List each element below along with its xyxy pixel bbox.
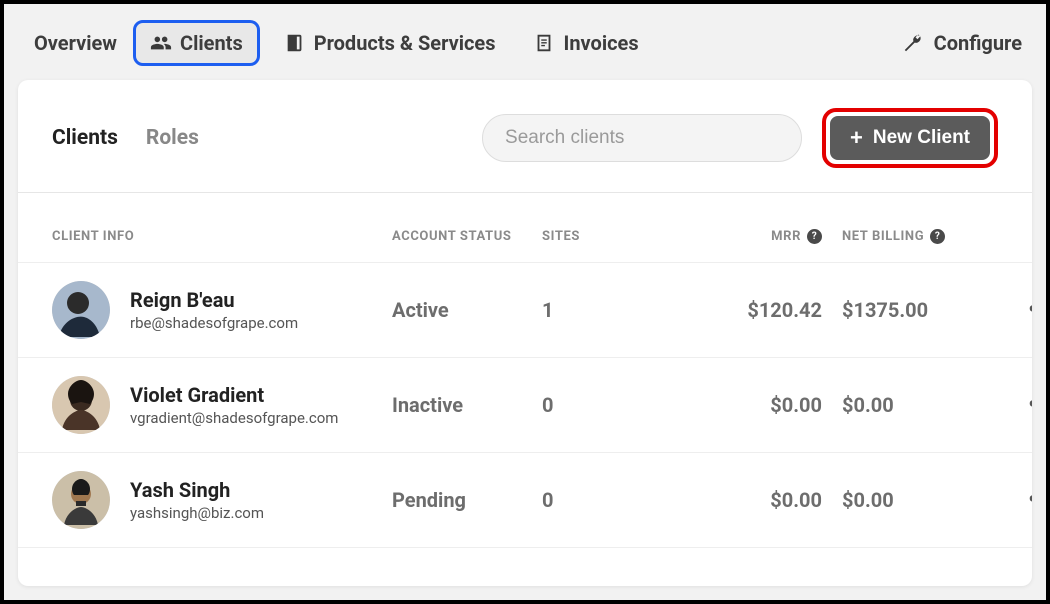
nav-clients-label: Clients	[180, 31, 243, 55]
client-name: Yash Singh	[130, 478, 264, 502]
row-menu-icon[interactable]: •••	[1028, 390, 1032, 420]
cell-mrr: $0.00	[662, 488, 842, 512]
nav-products[interactable]: Products & Services	[270, 23, 510, 63]
new-client-button[interactable]: + New Client	[830, 116, 990, 160]
help-icon[interactable]: ?	[807, 229, 822, 244]
users-icon	[150, 32, 172, 54]
client-email: yashsingh@biz.com	[130, 504, 264, 522]
new-client-highlight: + New Client	[822, 108, 998, 168]
search-input[interactable]	[482, 114, 802, 162]
col-client-info: CLIENT INFO	[52, 229, 392, 244]
col-mrr: MRR ?	[662, 229, 842, 244]
table-row[interactable]: Violet Gradient vgradient@shadesofgrape.…	[18, 358, 1032, 453]
client-email: rbe@shadesofgrape.com	[130, 314, 298, 332]
plus-icon: +	[850, 127, 863, 149]
cell-net-billing: $1375.00	[842, 298, 1012, 322]
invoice-icon	[533, 32, 555, 54]
col-account-status: ACCOUNT STATUS	[392, 229, 542, 244]
row-menu-icon[interactable]: •••	[1028, 485, 1032, 515]
client-name: Reign B'eau	[130, 288, 298, 312]
cell-sites: 1	[542, 298, 662, 322]
new-client-label: New Client	[873, 127, 970, 149]
tab-clients[interactable]: Clients	[52, 126, 118, 150]
table-row[interactable]: Reign B'eau rbe@shadesofgrape.com Active…	[18, 263, 1032, 358]
cell-mrr: $0.00	[662, 393, 842, 417]
book-icon	[284, 32, 306, 54]
cell-status: Active	[392, 298, 542, 322]
avatar	[52, 376, 110, 434]
table-row[interactable]: Yash Singh yashsingh@biz.com Pending 0 $…	[18, 453, 1032, 548]
cell-status: Pending	[392, 488, 542, 512]
col-mrr-label: MRR	[771, 229, 801, 244]
col-net-billing-label: NET BILLING	[842, 229, 924, 244]
col-sites: SITES	[542, 229, 662, 244]
cell-status: Inactive	[392, 393, 542, 417]
cell-net-billing: $0.00	[842, 488, 1012, 512]
avatar	[52, 281, 110, 339]
nav-invoices-label: Invoices	[563, 31, 638, 55]
col-net-billing: NET BILLING ?	[842, 229, 1012, 244]
wrench-icon	[902, 32, 924, 54]
cell-sites: 0	[542, 393, 662, 417]
nav-overview[interactable]: Overview	[28, 23, 123, 63]
client-name: Violet Gradient	[130, 383, 338, 407]
nav-clients[interactable]: Clients	[133, 20, 260, 66]
top-nav: Overview Clients Products & Services Inv…	[4, 4, 1046, 80]
table-header: CLIENT INFO ACCOUNT STATUS SITES MRR ? N…	[18, 193, 1032, 263]
nav-configure[interactable]: Configure	[902, 31, 1022, 55]
content-card: Clients Roles + New Client CLIENT INFO A…	[18, 80, 1032, 586]
nav-configure-label: Configure	[934, 31, 1022, 55]
tab-roles[interactable]: Roles	[146, 126, 199, 150]
cell-sites: 0	[542, 488, 662, 512]
row-menu-icon[interactable]: •••	[1028, 295, 1032, 325]
nav-products-label: Products & Services	[314, 31, 496, 55]
cell-mrr: $120.42	[662, 298, 842, 322]
help-icon[interactable]: ?	[930, 229, 945, 244]
avatar	[52, 471, 110, 529]
cell-net-billing: $0.00	[842, 393, 1012, 417]
nav-invoices[interactable]: Invoices	[519, 23, 652, 63]
client-email: vgradient@shadesofgrape.com	[130, 409, 338, 427]
nav-overview-label: Overview	[34, 31, 117, 55]
